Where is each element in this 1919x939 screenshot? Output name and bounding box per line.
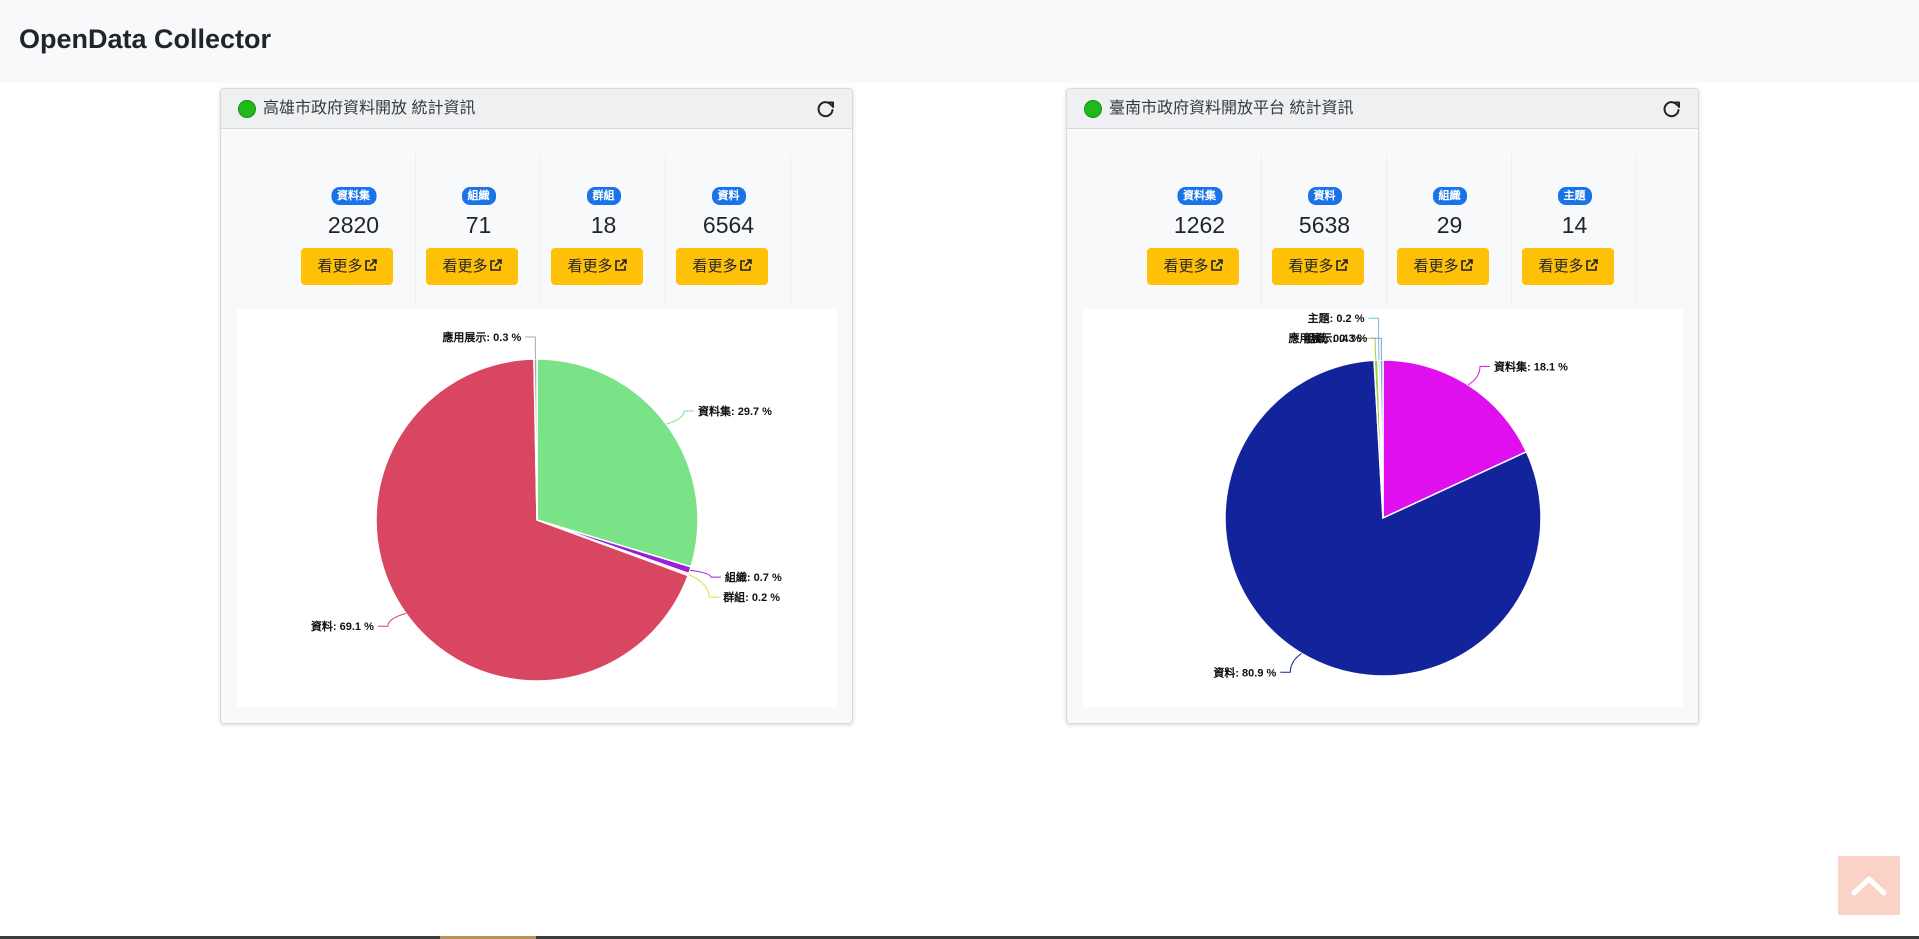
view-more-button[interactable]: 看更多 (676, 248, 768, 285)
view-more-button[interactable]: 看更多 (426, 248, 518, 285)
chevron-up-icon (1851, 876, 1887, 896)
stat-count: 18 (590, 212, 617, 238)
pie-chart: 資料集: 18.1 %資料: 80.9 %組織: 0.4 %主題: 0.2 %應… (1213, 311, 1568, 679)
view-more-label: 看更多 (1163, 258, 1209, 275)
status-dot (238, 100, 256, 118)
view-more-label: 看更多 (317, 258, 363, 275)
stat-count: 71 (465, 212, 492, 238)
stat-item: 組織 29 看更多 (1388, 154, 1512, 304)
stat-badge: 組織 (1432, 187, 1467, 205)
external-link-icon (1335, 259, 1348, 271)
external-link-icon (489, 259, 502, 271)
pie-data-label: 組織: 0.7 % (725, 570, 782, 584)
stat-count: 29 (1436, 212, 1463, 238)
pie-chart: 資料集: 29.7 % 組織: 0.7 % 群組: 0.2 % 資料: 69.1 % 應… (311, 330, 782, 682)
view-more-label: 看更多 (1288, 258, 1334, 275)
pie-leader-line (689, 569, 721, 578)
stat-badge: 群組 (586, 187, 621, 205)
pie-chart-container: 資料集: 18.1 % 資料: 80.9 % 組織: 0.4 % 主題: 0.2 % 應… (1083, 309, 1683, 707)
stat-count: 14 (1561, 212, 1588, 238)
pie-chart-container: 資料集: 29.7 % 組織: 0.7 % 群組: 0.2 % 資料: 69.1 % 應… (237, 309, 837, 707)
stat-item: 資料 6564 看更多 (667, 154, 791, 304)
view-more-button[interactable]: 看更多 (1522, 248, 1614, 285)
pie-leader-line (1371, 337, 1382, 361)
external-link-icon (739, 259, 752, 271)
refresh-icon[interactable] (1662, 99, 1682, 119)
stats-card-kaohsiung: 高雄市政府資料開放 統計資訊 資料集 2820 看更多 組織 71 看更多 群組… (220, 88, 853, 724)
stat-item: 資料集 2820 看更多 (292, 154, 416, 304)
view-more-button[interactable]: 看更多 (551, 248, 643, 285)
view-more-button[interactable]: 看更多 (1272, 248, 1364, 285)
external-link-icon (1210, 259, 1223, 271)
pie-data-label: 應用展示: 0.3 % (1288, 331, 1367, 345)
stats-card-tainan: 臺南市政府資料開放平台 統計資訊 資料集 1262 看更多 資料 5638 看更… (1066, 88, 1699, 724)
pie-leader-line (525, 336, 536, 360)
app-brand[interactable]: OpenData Collector (19, 22, 271, 56)
navbar: OpenData Collector (0, 0, 1919, 83)
card-title: 高雄市政府資料開放 統計資訊 (263, 100, 476, 117)
pie-leader-line (688, 574, 720, 598)
stat-badge: 資料 (711, 187, 746, 205)
refresh-icon[interactable] (816, 99, 836, 119)
card-title: 臺南市政府資料開放平台 統計資訊 (1109, 100, 1354, 117)
card-header: 高雄市政府資料開放 統計資訊 (221, 89, 852, 129)
view-more-label: 看更多 (442, 258, 488, 275)
view-more-label: 看更多 (692, 258, 738, 275)
stat-count: 1262 (1173, 212, 1226, 238)
pie-leader-line (1467, 365, 1490, 386)
pie-leader-line (377, 612, 407, 627)
pie-data-label: 資料: 69.1 % (311, 619, 374, 633)
pie-data-label: 資料集: 29.7 % (698, 404, 772, 418)
stat-item: 組織 71 看更多 (417, 154, 541, 304)
pie-data-label: 應用展示: 0.3 % (442, 330, 521, 344)
scroll-to-top-button[interactable] (1838, 856, 1900, 915)
card-header: 臺南市政府資料開放平台 統計資訊 (1067, 89, 1698, 129)
stat-badge: 資料 (1307, 187, 1342, 205)
pie-leader-line (666, 410, 694, 425)
pie-leader-line (1280, 652, 1302, 673)
status-dot (1084, 100, 1102, 118)
pie-leader-line (1368, 317, 1380, 361)
stat-count: 6564 (702, 212, 755, 238)
view-more-button[interactable]: 看更多 (1147, 248, 1239, 285)
stat-badge: 資料集 (1177, 187, 1222, 205)
stat-badge: 資料集 (331, 187, 376, 205)
view-more-label: 看更多 (567, 258, 613, 275)
view-more-label: 看更多 (1413, 258, 1459, 275)
external-link-icon (364, 259, 377, 271)
external-link-icon (1460, 259, 1473, 271)
stat-badge: 組織 (461, 187, 496, 205)
pie-data-label: 主題: 0.2 % (1308, 311, 1365, 325)
stat-count: 2820 (327, 212, 380, 238)
external-link-icon (1585, 259, 1598, 271)
view-more-label: 看更多 (1538, 258, 1584, 275)
stat-item: 資料集 1262 看更多 (1138, 154, 1262, 304)
external-link-icon (614, 259, 627, 271)
pie-data-label: 群組: 0.2 % (722, 590, 780, 604)
pie-data-label: 資料集: 18.1 % (1494, 359, 1568, 373)
stat-count: 5638 (1298, 212, 1351, 238)
stat-badge: 主題 (1557, 187, 1592, 205)
stat-item: 主題 14 看更多 (1513, 154, 1637, 304)
view-more-button[interactable]: 看更多 (301, 248, 393, 285)
stat-item: 群組 18 看更多 (542, 154, 666, 304)
view-more-button[interactable]: 看更多 (1397, 248, 1489, 285)
pie-data-label: 資料: 80.9 % (1213, 665, 1276, 679)
stat-item: 資料 5638 看更多 (1263, 154, 1387, 304)
